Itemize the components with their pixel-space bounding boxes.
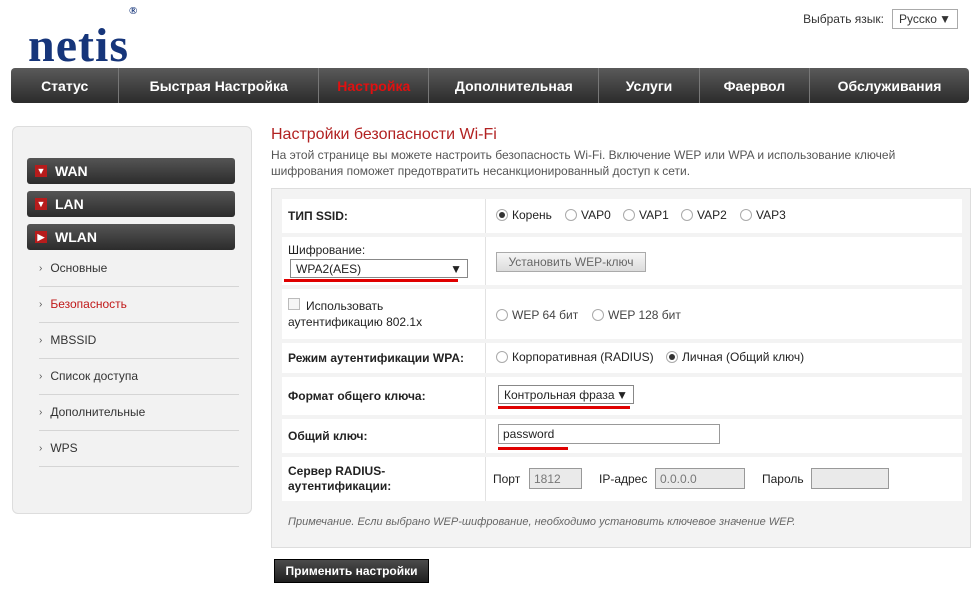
encryption-select[interactable]: WPA2(AES) ▼	[290, 259, 468, 278]
sidebar-item-access-list[interactable]: › Список доступа	[39, 358, 239, 395]
radius-port-label: Порт	[493, 472, 521, 486]
chevron-right-icon: ›	[39, 406, 43, 418]
shared-key-input[interactable]: password	[498, 424, 720, 444]
highlight-underline	[498, 447, 568, 450]
chevron-down-icon: ▼	[616, 387, 628, 402]
ssid-root-radio[interactable]: Корень	[496, 208, 552, 222]
netis-logo: netis®	[28, 5, 139, 72]
row-encryption: Шифрование: WPA2(AES) ▼ Установить WEP-кл…	[282, 237, 962, 289]
row-8021x: Использовать аутентификацию 802.1x WEP 6…	[282, 289, 962, 343]
row-key-format: Формат общего ключа: Контрольная фраза ▼	[282, 377, 962, 419]
language-selector: Выбрать язык: Русско ▼	[803, 9, 958, 29]
nav-maintenance[interactable]: Обслуживания	[810, 68, 969, 103]
language-label: Выбрать язык:	[803, 12, 884, 26]
radius-password-label: Пароль	[762, 472, 804, 486]
row-shared-key: Общий ключ: password	[282, 419, 962, 457]
row-ssid-type: ТИП SSID: Корень VAP0 VAP1 VAP2 VAP3	[282, 199, 962, 237]
ssid-vap2-radio[interactable]: VAP2	[681, 208, 727, 222]
sidebar-group-lan[interactable]: ▼ LAN	[27, 191, 235, 217]
nav-advanced[interactable]: Дополнительная	[429, 68, 600, 103]
ssid-type-label: ТИП SSID:	[288, 209, 348, 223]
chevron-right-icon: ›	[39, 370, 43, 382]
highlight-underline	[284, 279, 458, 282]
nav-settings[interactable]: Настройка	[319, 68, 430, 103]
ssid-vap1-radio[interactable]: VAP1	[623, 208, 669, 222]
encryption-label: Шифрование:	[288, 243, 366, 257]
radius-password-input[interactable]	[811, 468, 889, 489]
highlight-underline	[498, 406, 630, 409]
checkbox-icon[interactable]	[288, 298, 300, 310]
ssid-vap0-radio[interactable]: VAP0	[565, 208, 611, 222]
radius-ip-input[interactable]: 0.0.0.0	[655, 468, 745, 489]
page-title: Настройки безопасности Wi-Fi	[271, 126, 497, 143]
sidebar-item-basic[interactable]: › Основные	[39, 250, 239, 287]
chevron-down-icon: ▼	[35, 165, 47, 177]
key-format-select[interactable]: Контрольная фраза ▼	[498, 385, 634, 404]
security-form: ТИП SSID: Корень VAP0 VAP1 VAP2 VAP3 Шиф…	[271, 188, 971, 548]
radius-label: Сервер RADIUS-аутентификации:	[288, 464, 392, 493]
nav-status[interactable]: Статус	[11, 68, 120, 103]
language-select[interactable]: Русско ▼	[892, 9, 958, 29]
nav-firewall[interactable]: Фаервол	[700, 68, 811, 103]
wpa-personal-radio[interactable]: Личная (Общий ключ)	[666, 350, 804, 364]
row-radius: Сервер RADIUS-аутентификации: Порт 1812 …	[282, 457, 962, 505]
chevron-right-icon: ▶	[35, 231, 47, 243]
sidebar-item-security[interactable]: › Безопасность	[39, 286, 239, 323]
chevron-down-icon: ▼	[35, 198, 47, 210]
chevron-right-icon: ›	[39, 442, 43, 454]
nav-services[interactable]: Услуги	[599, 68, 700, 103]
page-description: На этой странице вы можете настроить без…	[271, 148, 896, 178]
sidebar: ▼ WAN ▼ LAN ▶ WLAN › Основные › Безопасность …	[12, 126, 252, 514]
apply-settings-button[interactable]: Применить настройки	[274, 559, 429, 583]
wpa-mode-label: Режим аутентификации WPA:	[288, 351, 464, 365]
row-wpa-mode: Режим аутентификации WPA: Корпоративная …	[282, 343, 962, 377]
sidebar-group-wlan[interactable]: ▶ WLAN	[27, 224, 235, 250]
set-wep-key-button[interactable]: Установить WEP-ключ	[496, 252, 646, 272]
key-format-label: Формат общего ключа:	[288, 389, 426, 403]
wep-note: Примечание. Если выбрано WEP-шифрование,…	[288, 516, 796, 528]
radius-port-input[interactable]: 1812	[529, 468, 582, 489]
radius-ip-label: IP-адрес	[599, 472, 648, 486]
chevron-right-icon: ›	[39, 262, 43, 274]
nav-quick-setup[interactable]: Быстрая Настройка	[119, 68, 320, 103]
ssid-vap3-radio[interactable]: VAP3	[740, 208, 786, 222]
chevron-down-icon: ▼	[450, 261, 462, 276]
chevron-down-icon: ▼	[939, 12, 951, 26]
wep64-radio[interactable]: WEP 64 бит	[496, 308, 578, 322]
main-nav: Статус Быстрая Настройка Настройка Допол…	[11, 68, 969, 103]
sidebar-item-wps[interactable]: › WPS	[39, 430, 239, 467]
chevron-right-icon: ›	[39, 298, 43, 310]
shared-key-label: Общий ключ:	[288, 429, 368, 443]
sidebar-item-advanced[interactable]: › Дополнительные	[39, 394, 239, 431]
sidebar-item-mbssid[interactable]: › MBSSID	[39, 322, 239, 359]
wpa-enterprise-radio[interactable]: Корпоративная (RADIUS)	[496, 350, 654, 364]
sidebar-group-wan[interactable]: ▼ WAN	[27, 158, 235, 184]
wep128-radio[interactable]: WEP 128 бит	[592, 308, 681, 322]
auth-8021x-label[interactable]: Использовать аутентификацию 802.1x	[288, 298, 468, 330]
chevron-right-icon: ›	[39, 334, 43, 346]
